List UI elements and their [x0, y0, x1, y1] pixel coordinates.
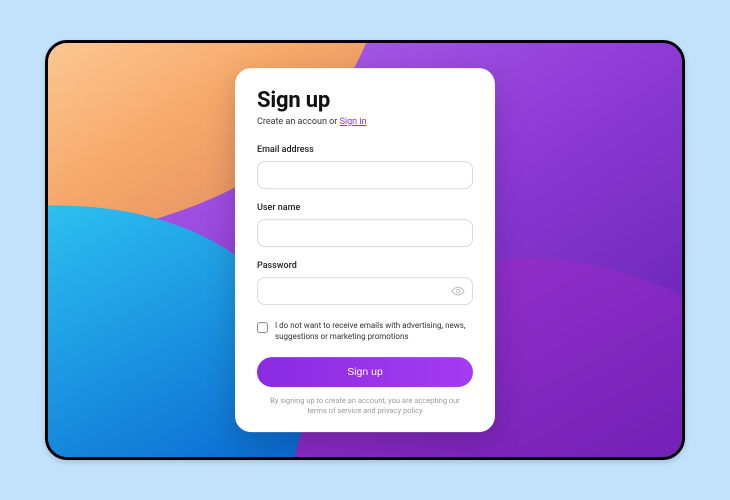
terms-text: By signing up to create an account, you …: [257, 396, 473, 416]
email-input[interactable]: [257, 161, 473, 189]
password-input[interactable]: [257, 277, 473, 305]
device-frame: Sign up Create an accoun or Sign in Emai…: [45, 40, 685, 460]
signup-button[interactable]: Sign up: [257, 357, 473, 387]
password-label: Password: [257, 261, 473, 271]
password-field-group: Password: [257, 261, 473, 305]
email-field-group: Email address: [257, 145, 473, 189]
email-label: Email address: [257, 145, 473, 155]
subtitle-prefix: Create an accoun or: [257, 117, 340, 127]
signin-link[interactable]: Sign in: [340, 117, 367, 127]
eye-icon[interactable]: [451, 284, 465, 298]
optout-checkbox[interactable]: [257, 322, 268, 333]
marketing-optout: I do not want to receive emails with adv…: [257, 321, 473, 343]
optout-label: I do not want to receive emails with adv…: [275, 321, 473, 343]
form-title: Sign up: [257, 88, 473, 113]
signup-card: Sign up Create an accoun or Sign in Emai…: [235, 68, 495, 432]
username-field-group: User name: [257, 203, 473, 247]
username-input[interactable]: [257, 219, 473, 247]
form-subtitle: Create an accoun or Sign in: [257, 117, 473, 127]
username-label: User name: [257, 203, 473, 213]
